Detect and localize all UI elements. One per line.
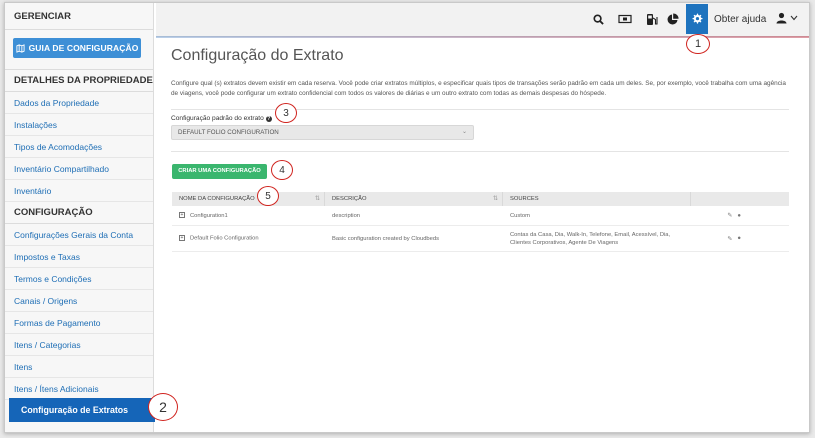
sidebar-item-payment-methods[interactable]: Formas de Pagamento (5, 312, 153, 334)
row-name-cell: + Default Folio Configuration (179, 235, 259, 242)
sidebar-item-general-settings[interactable]: Configurações Gerais da Conta (5, 224, 153, 246)
cash-icon[interactable] (617, 11, 633, 27)
callout-5: 5 (257, 186, 279, 206)
expand-icon[interactable]: + (179, 235, 185, 242)
topbar-accent (156, 36, 809, 38)
sort-icon: ⇅ (314, 196, 320, 202)
sidebar-item-channels[interactable]: Canais / Origens (5, 290, 153, 312)
create-config-button[interactable]: CRIAR UMA CONFIGURAÇÃO (172, 164, 267, 179)
default-config-label-text: Configuração padrão do extrato (171, 115, 264, 122)
row-actions-cell: ✎ ● (691, 226, 789, 252)
callout-4: 4 (271, 160, 293, 180)
user-menu[interactable] (776, 12, 798, 24)
table-row: + Default Folio Configuration Basic confi… (172, 226, 789, 252)
sidebar-item-items[interactable]: Itens (5, 356, 153, 378)
sidebar-item-addon-items[interactable]: Itens / Ítens Adicionais (5, 378, 153, 400)
sidebar-section-property: DETALHES DA PROPRIEDADE (5, 70, 153, 92)
pie-chart-icon[interactable] (664, 11, 680, 27)
sidebar-item-property-data[interactable]: Dados da Propriedade (5, 92, 153, 114)
expand-icon[interactable]: + (179, 212, 185, 219)
sidebar-item-shared-inventory[interactable]: Inventário Compartilhado (5, 158, 153, 180)
top-bar: Obter ajuda (156, 3, 809, 38)
edit-icon[interactable]: ✎ (727, 206, 732, 226)
user-icon (776, 12, 787, 24)
sidebar-item-folio-config[interactable]: Configuração de Extratos (9, 398, 155, 422)
help-question-icon[interactable]: ? (265, 115, 272, 122)
gear-icon (692, 13, 703, 24)
callout-3: 3 (275, 103, 297, 123)
delete-icon[interactable]: ● (737, 235, 741, 242)
default-config-select-value: DEFAULT FOLIO CONFIGURATION (178, 129, 279, 136)
row-description-cell: Basic configuration created by Cloudbeds (332, 235, 439, 242)
sidebar-item-inventory[interactable]: Inventário (5, 180, 153, 202)
column-header-actions (691, 192, 789, 206)
sidebar-header: GERENCIAR (5, 3, 153, 30)
search-icon[interactable] (590, 11, 606, 27)
sort-icon: ⇅ (492, 196, 498, 202)
column-header-description[interactable]: DESCRIÇÃO ⇅ (325, 192, 503, 206)
delete-icon[interactable]: ● (737, 206, 741, 226)
sidebar-section-configuration: CONFIGURAÇÃO (5, 202, 153, 224)
column-header-sources: SOURCES (503, 192, 691, 206)
column-header-name[interactable]: NOME DA CONFIGURAÇÃO ⇅ (172, 192, 325, 206)
sidebar-item-taxes-fees[interactable]: Impostos e Taxas (5, 246, 153, 268)
default-config-select[interactable]: DEFAULT FOLIO CONFIGURATION ⌄ (171, 125, 474, 140)
sidebar-item-facilities[interactable]: Instalações (5, 114, 153, 136)
edit-icon[interactable]: ✎ (727, 235, 732, 242)
main-content: Configuração do Extrato Configure qual (… (171, 45, 795, 252)
page-description: Configure qual (s) extratos devem existi… (171, 80, 786, 97)
setup-guide-button[interactable]: GUIA DE CONFIGURAÇÃO (13, 38, 141, 58)
divider (171, 151, 789, 152)
row-sources-cell: Contas da Casa, Dia, Walk-In, Telefone, … (510, 231, 671, 246)
sidebar-item-terms[interactable]: Termos e Condições (5, 268, 153, 290)
chevron-down-icon (790, 15, 798, 21)
row-actions-cell: ✎ ● (691, 206, 789, 225)
table-row: + Configuration1 description Custom ✎ ● (172, 206, 789, 226)
row-name-cell: + Configuration1 (179, 212, 228, 219)
divider (171, 109, 789, 110)
sidebar: GERENCIAR GUIA DE CONFIGURAÇÃO DETALHES … (5, 3, 154, 432)
sidebar-item-item-categories[interactable]: Itens / Categorias (5, 334, 153, 356)
app-window: GERENCIAR GUIA DE CONFIGURAÇÃO DETALHES … (4, 2, 810, 433)
row-sources-cell: Custom (510, 213, 530, 219)
callout-2: 2 (148, 393, 178, 421)
settings-gear-button[interactable] (686, 4, 708, 34)
get-help-link[interactable]: Obter ajuda (714, 14, 766, 25)
row-description-cell: description (332, 213, 361, 219)
sidebar-item-room-types[interactable]: Tipos de Acomodações (5, 136, 153, 158)
chevron-down-icon: ⌄ (461, 129, 467, 135)
gas-pump-icon[interactable] (644, 11, 660, 27)
callout-1: 1 (686, 34, 710, 54)
default-config-label: Configuração padrão do extrato ? (171, 115, 272, 122)
map-icon (16, 43, 25, 53)
setup-guide-label: GUIA DE CONFIGURAÇÃO (28, 43, 139, 53)
